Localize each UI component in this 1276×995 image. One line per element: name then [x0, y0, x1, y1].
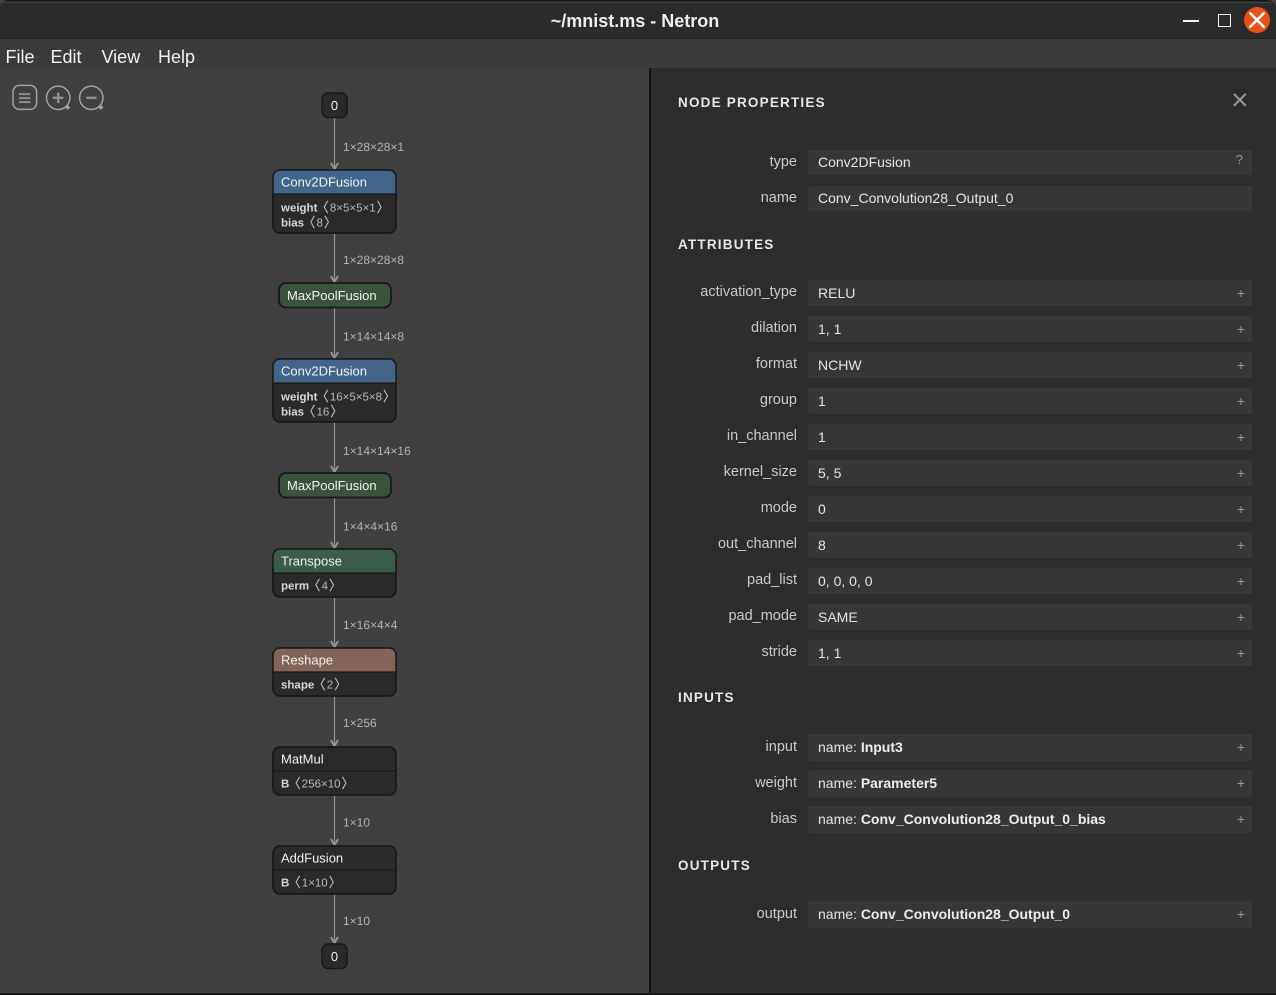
svg-text:B: B [281, 877, 289, 889]
svg-text:8: 8 [317, 217, 323, 229]
svg-text:Transpose: Transpose [281, 554, 342, 569]
svg-text:bias: bias [281, 406, 304, 418]
svg-text:perm: perm [281, 580, 309, 592]
svg-text:0: 0 [331, 98, 338, 113]
svg-text:1×14×14×8: 1×14×14×8 [343, 330, 404, 344]
svg-text:4: 4 [322, 580, 329, 592]
svg-text:1×256: 1×256 [343, 716, 377, 730]
svg-text:MaxPoolFusion: MaxPoolFusion [287, 288, 377, 303]
svg-text:weight: weight [280, 391, 318, 403]
svg-text:16×5×5×8: 16×5×5×8 [330, 391, 382, 403]
svg-text:1×28×28×1: 1×28×28×1 [343, 140, 404, 154]
svg-text:1×10: 1×10 [302, 877, 328, 889]
svg-text:8×5×5×1: 8×5×5×1 [330, 202, 376, 214]
svg-text:Reshape: Reshape [281, 653, 333, 668]
svg-text:1×10: 1×10 [343, 816, 370, 830]
svg-text:bias: bias [281, 217, 304, 229]
svg-text:0: 0 [331, 949, 338, 964]
svg-text:weight: weight [280, 202, 318, 214]
svg-text:1×16×4×4: 1×16×4×4 [343, 618, 398, 632]
svg-text:1×10: 1×10 [343, 914, 370, 928]
svg-text:1×4×4×16: 1×4×4×16 [343, 520, 398, 534]
svg-text:B: B [281, 778, 289, 790]
svg-text:MatMul: MatMul [281, 752, 324, 767]
svg-text:1×14×14×16: 1×14×14×16 [343, 444, 411, 458]
svg-text:Conv2DFusion: Conv2DFusion [281, 364, 367, 379]
svg-text:shape: shape [281, 679, 314, 691]
svg-text:256×10: 256×10 [302, 778, 341, 790]
svg-text:Conv2DFusion: Conv2DFusion [281, 175, 367, 190]
svg-text:AddFusion: AddFusion [281, 851, 343, 866]
svg-text:1×28×28×8: 1×28×28×8 [343, 253, 404, 267]
svg-text:2: 2 [327, 679, 333, 691]
svg-text:MaxPoolFusion: MaxPoolFusion [287, 478, 377, 493]
svg-text:16: 16 [317, 406, 330, 418]
